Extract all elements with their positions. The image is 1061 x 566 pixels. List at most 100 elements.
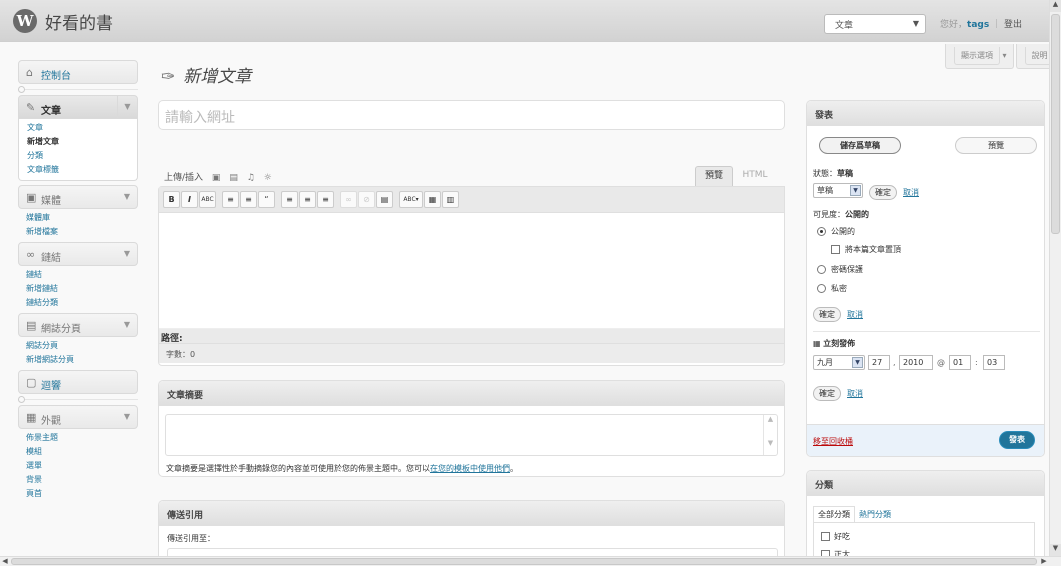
vertical-scrollbar[interactable]: ▲ ▼ bbox=[1049, 0, 1061, 556]
bullet-list-button[interactable]: ≡ bbox=[222, 191, 239, 208]
submenu-item-add-new-media[interactable]: 新增檔案 bbox=[18, 225, 138, 239]
submenu-item-posts[interactable]: 文章 bbox=[19, 121, 137, 135]
move-to-trash-link[interactable]: 移至回收桶 bbox=[813, 436, 853, 447]
scroll-left-icon[interactable]: ◀ bbox=[0, 557, 10, 566]
add-audio-icon[interactable]: ♫ bbox=[247, 173, 255, 183]
save-draft-button[interactable]: 儲存爲草稿 bbox=[819, 137, 901, 154]
more-tag-button[interactable]: ▤ bbox=[376, 191, 393, 208]
menu-toggle-icon[interactable]: ▼ bbox=[117, 96, 137, 118]
submenu-item-link-categories[interactable]: 鏈結分類 bbox=[18, 296, 138, 310]
categories-heading[interactable]: 分類 bbox=[807, 471, 1044, 496]
calendar-icon: ▦ bbox=[813, 339, 821, 348]
submenu-item-menus[interactable]: 選單 bbox=[18, 459, 138, 473]
month-select[interactable]: 九月 ▼ bbox=[813, 355, 865, 370]
menu-toggle-icon[interactable]: ▼ bbox=[117, 243, 137, 265]
scroll-right-icon[interactable]: ▶ bbox=[1039, 557, 1049, 566]
post-title-input[interactable]: 請輸入網址 bbox=[158, 100, 785, 130]
menu-comments[interactable]: ▢ 迴響 bbox=[18, 370, 138, 394]
italic-button[interactable]: I bbox=[181, 191, 198, 208]
menu-toggle-icon[interactable]: ▼ bbox=[117, 186, 137, 208]
upload-insert-label: 上傳/插入 bbox=[164, 173, 204, 183]
numbered-list-button[interactable]: ≡ bbox=[240, 191, 257, 208]
radio-private[interactable] bbox=[817, 284, 826, 293]
scroll-thumb[interactable] bbox=[1051, 14, 1060, 234]
visibility-cancel-link[interactable]: 取消 bbox=[847, 309, 863, 320]
bold-button[interactable]: B bbox=[163, 191, 180, 208]
submenu-item-add-new-post[interactable]: 新增文章 bbox=[19, 135, 137, 149]
kitchen-sink-button[interactable]: ▥ bbox=[442, 191, 459, 208]
username-link[interactable]: tags bbox=[967, 20, 989, 30]
submenu-item-categories[interactable]: 分類 bbox=[19, 149, 137, 163]
align-left-button[interactable]: ≡ bbox=[281, 191, 298, 208]
add-image-icon[interactable]: ▣ bbox=[212, 173, 221, 183]
status-ok-button[interactable]: 確定 bbox=[869, 185, 897, 200]
radio-password[interactable] bbox=[817, 265, 826, 274]
excerpt-textarea[interactable]: ▲ ▼ bbox=[165, 414, 778, 456]
dropdown-arrow-icon: ▼ bbox=[912, 19, 919, 28]
menu-links[interactable]: ∞ 鏈結 ▼ bbox=[18, 242, 138, 266]
tab-html[interactable]: HTML bbox=[735, 166, 775, 186]
date-ok-button[interactable]: 確定 bbox=[813, 386, 841, 401]
tab-all-categories[interactable]: 全部分類 bbox=[813, 506, 855, 523]
date-cancel-link[interactable]: 取消 bbox=[847, 388, 863, 399]
time-colon: : bbox=[975, 358, 978, 367]
submenu-item-themes[interactable]: 佈景主題 bbox=[18, 431, 138, 445]
submenu-item-header[interactable]: 頁首 bbox=[18, 487, 138, 501]
year-input[interactable]: 2010 bbox=[899, 355, 933, 370]
tab-visual[interactable]: 預覽 bbox=[695, 166, 733, 186]
fullscreen-button[interactable]: ▦ bbox=[424, 191, 441, 208]
menu-appearance[interactable]: ▦ 外觀 ▼ bbox=[18, 405, 138, 429]
submenu-item-pages[interactable]: 網誌分頁 bbox=[18, 339, 138, 353]
tab-popular-categories[interactable]: 熱門分類 bbox=[855, 507, 895, 522]
submenu-item-links[interactable]: 鏈結 bbox=[18, 268, 138, 282]
submenu-item-background[interactable]: 背景 bbox=[18, 473, 138, 487]
status-select[interactable]: 草稿 ▼ bbox=[813, 183, 863, 198]
align-right-button[interactable]: ≡ bbox=[317, 191, 334, 208]
preview-button[interactable]: 預覽 bbox=[955, 137, 1037, 154]
add-media-icon[interactable]: ☼ bbox=[264, 173, 272, 183]
submenu-item-post-tags[interactable]: 文章標籤 bbox=[19, 163, 137, 177]
strikethrough-button[interactable]: ABC bbox=[199, 191, 216, 208]
hour-input[interactable]: 01 bbox=[949, 355, 971, 370]
submenu-item-media-library[interactable]: 媒體庫 bbox=[18, 211, 138, 225]
submenu-item-add-new-link[interactable]: 新增鏈結 bbox=[18, 282, 138, 296]
favorite-actions-select[interactable]: 文章 ▼ bbox=[824, 14, 926, 34]
menu-toggle-icon[interactable]: ▼ bbox=[117, 314, 137, 336]
screen-options-button[interactable]: 顯示選項 ▾ bbox=[945, 44, 1014, 69]
publish-button[interactable]: 發表 bbox=[999, 431, 1035, 449]
editor-content-area[interactable] bbox=[159, 213, 784, 328]
scroll-up-icon[interactable]: ▲ bbox=[1050, 0, 1061, 12]
menu-media[interactable]: ▣ 媒體 ▼ bbox=[18, 185, 138, 209]
category-item[interactable]: 好吃 bbox=[821, 531, 850, 542]
publish-heading[interactable]: 發表 bbox=[807, 101, 1044, 126]
spellcheck-button[interactable]: ABC▾ bbox=[399, 191, 423, 208]
menu-toggle-icon[interactable]: ▼ bbox=[117, 406, 137, 428]
unlink-button[interactable]: ⊘ bbox=[358, 191, 375, 208]
scroll-down-icon[interactable]: ▼ bbox=[1050, 544, 1061, 556]
minute-input[interactable]: 03 bbox=[983, 355, 1005, 370]
blockquote-button[interactable]: “ bbox=[258, 191, 275, 208]
menu-posts[interactable]: ✎ 文章 ▼ bbox=[18, 95, 138, 119]
sticky-checkbox[interactable] bbox=[831, 245, 840, 254]
horizontal-scrollbar[interactable]: ◀ ▶ bbox=[0, 556, 1061, 566]
textarea-scrollbar[interactable]: ▲ ▼ bbox=[763, 415, 777, 455]
status-cancel-link[interactable]: 取消 bbox=[903, 187, 919, 198]
wordpress-logo-icon[interactable]: W bbox=[13, 9, 37, 33]
site-title[interactable]: 好看的書 bbox=[45, 9, 113, 34]
scroll-thumb[interactable] bbox=[11, 558, 1037, 565]
menu-pages[interactable]: ▤ 網誌分頁 ▼ bbox=[18, 313, 138, 337]
logout-link[interactable]: 登出 bbox=[1004, 20, 1022, 30]
radio-public[interactable] bbox=[817, 227, 826, 236]
submenu-item-widgets[interactable]: 模組 bbox=[18, 445, 138, 459]
insert-link-button[interactable]: ∞ bbox=[340, 191, 357, 208]
add-video-icon[interactable]: ▤ bbox=[229, 173, 238, 183]
align-center-button[interactable]: ≡ bbox=[299, 191, 316, 208]
submenu-item-add-new-page[interactable]: 新增網誌分頁 bbox=[18, 353, 138, 367]
visibility-ok-button[interactable]: 確定 bbox=[813, 307, 841, 322]
category-checkbox[interactable] bbox=[821, 532, 830, 541]
trackback-heading[interactable]: 傳送引用 bbox=[159, 501, 784, 526]
excerpt-templates-link[interactable]: 在您的模板中使用他們 bbox=[430, 464, 510, 473]
day-input[interactable]: 27 bbox=[868, 355, 890, 370]
excerpt-heading[interactable]: 文章摘要 bbox=[159, 381, 784, 406]
menu-dashboard[interactable]: ⌂ 控制台 bbox=[18, 60, 138, 84]
